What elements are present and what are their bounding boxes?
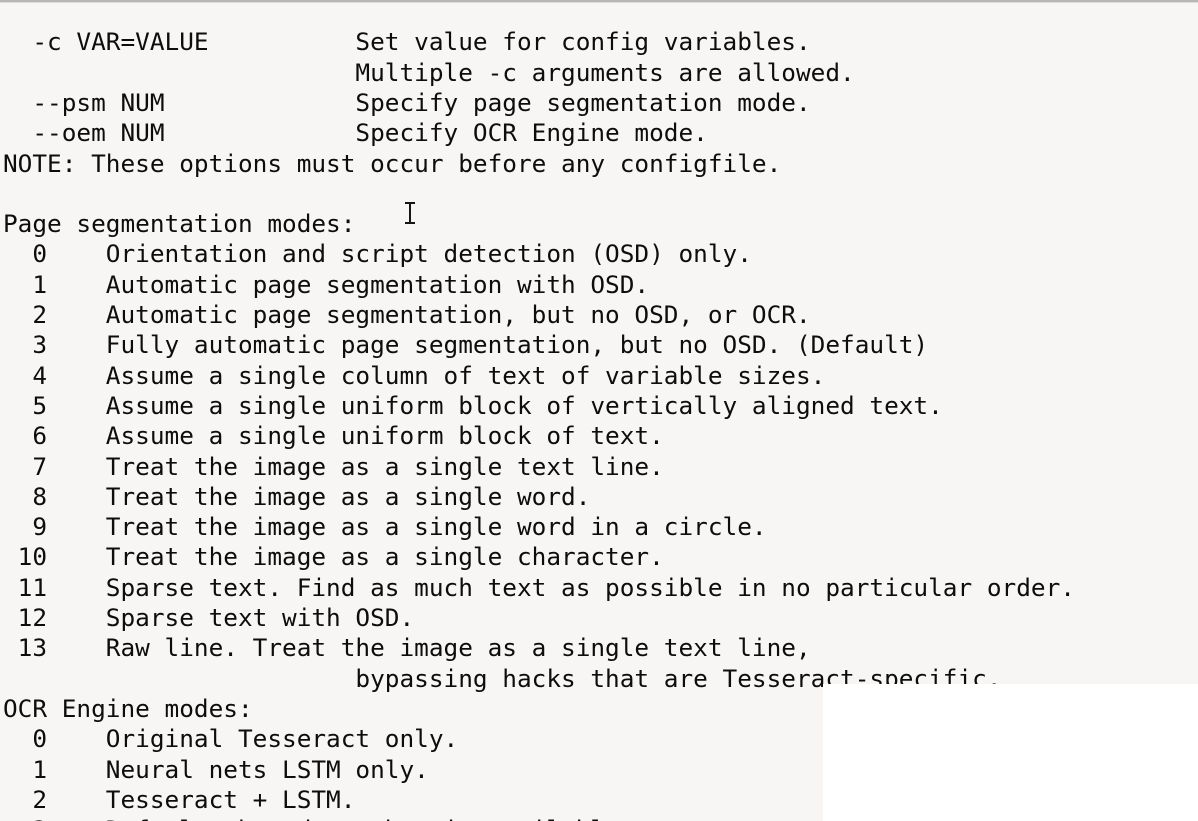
psm-mode-5: 5 Assume a single uniform block of verti… [3, 390, 943, 420]
output-line: -c VAR=VALUE Set value for config variab… [3, 27, 811, 57]
psm-mode-10: 10 Treat the image as a single character… [3, 542, 664, 572]
oem-mode-3: 3 Default, based on what is available. [3, 815, 634, 821]
oem-mode-2: 2 Tesseract + LSTM. [3, 784, 356, 814]
psm-mode-4: 4 Assume a single column of text of vari… [3, 360, 826, 390]
psm-mode-13: 13 Raw line. Treat the image as a single… [3, 633, 811, 663]
psm-mode-11: 11 Sparse text. Find as much text as pos… [3, 572, 1075, 602]
oem-heading: OCR Engine modes: [3, 693, 253, 723]
psm-mode-0: 0 Orientation and script detection (OSD)… [3, 239, 752, 269]
output-line: --oem NUM Specify OCR Engine mode. [3, 118, 708, 148]
window-top-border-highlight [0, 2, 1198, 3]
psm-mode-6: 6 Assume a single uniform block of text. [3, 421, 664, 451]
oem-mode-1: 1 Neural nets LSTM only. [3, 754, 429, 784]
psm-mode-12: 12 Sparse text with OSD. [3, 603, 415, 633]
psm-heading: Page segmentation modes: [3, 209, 356, 239]
psm-mode-3: 3 Fully automatic page segmentation, but… [3, 330, 929, 360]
psm-mode-8: 8 Treat the image as a single word. [3, 481, 591, 511]
output-line: Multiple -c arguments are allowed. [3, 57, 855, 87]
output-line: NOTE: These options must occur before an… [3, 148, 782, 178]
psm-mode-2: 2 Automatic page segmentation, but no OS… [3, 300, 811, 330]
output-line: --psm NUM Specify page segmentation mode… [3, 87, 811, 117]
psm-mode-1: 1 Automatic page segmentation with OSD. [3, 269, 650, 299]
white-overlay-panel [823, 684, 1198, 821]
psm-mode-9: 9 Treat the image as a single word in a … [3, 512, 767, 542]
psm-mode-7: 7 Treat the image as a single text line. [3, 451, 664, 481]
terminal-window: -c VAR=VALUE Set value for config variab… [0, 0, 1198, 821]
oem-mode-0: 0 Original Tesseract only. [3, 724, 459, 754]
